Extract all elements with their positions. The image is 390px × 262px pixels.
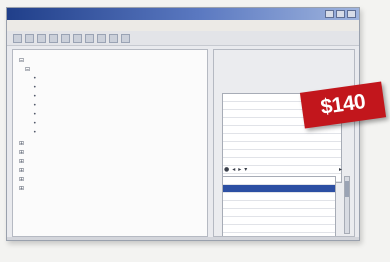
close-button[interactable]	[347, 10, 356, 18]
tree-item[interactable]: ⊟	[19, 56, 26, 65]
expand-icon[interactable]: ⊞	[19, 139, 24, 148]
arrow-right-icon[interactable]: ▸	[238, 165, 241, 174]
tree-pane: ⊟ ⊟ • • • • • • • ⊞ ⊞ ⊞ ⊞ ⊞ ⊞	[12, 49, 208, 237]
expand-icon[interactable]: ⊞	[19, 184, 24, 193]
node-icon: •	[33, 93, 37, 100]
tree-item[interactable]: •	[33, 83, 39, 92]
grid-row-selected[interactable]	[223, 185, 335, 193]
expand-icon[interactable]: ⊞	[19, 157, 24, 166]
node-icon: •	[33, 129, 37, 136]
tree-item[interactable]: •	[33, 74, 39, 83]
properties-pane: ● ◂ ▸ ▾ ▸	[213, 49, 355, 237]
node-icon: •	[33, 120, 37, 127]
scrollbar-thumb[interactable]	[345, 181, 349, 197]
tree-item[interactable]: ⊞	[19, 166, 26, 175]
collapse-icon[interactable]: ⊟	[19, 56, 24, 65]
expand-icon[interactable]: ⊞	[19, 148, 24, 157]
toolbar-button[interactable]	[61, 33, 70, 43]
menu-bar	[7, 20, 359, 31]
toolbar-button[interactable]	[109, 33, 118, 43]
toolbar-button[interactable]	[85, 33, 94, 43]
collapse-icon[interactable]: ⊟	[25, 65, 30, 74]
node-icon: •	[33, 111, 37, 118]
toolbar	[7, 31, 359, 46]
tree-item[interactable]: ⊞	[19, 148, 26, 157]
grid-row[interactable]	[223, 142, 341, 150]
tree-item[interactable]: •	[33, 110, 39, 119]
grid-row[interactable]	[223, 126, 341, 134]
arrow-left-icon[interactable]: ◂	[232, 165, 235, 174]
title-bar	[7, 8, 359, 20]
toolbar-button[interactable]	[25, 33, 34, 43]
expand-icon[interactable]: ⊞	[19, 175, 24, 184]
minimize-button[interactable]	[325, 10, 334, 18]
grid-row[interactable]	[223, 193, 335, 201]
tree-item-selected[interactable]: •	[33, 101, 43, 110]
maximize-button[interactable]	[336, 10, 345, 18]
toolbar-button[interactable]	[13, 33, 22, 43]
node-icon: •	[33, 84, 37, 91]
status-bar	[7, 237, 359, 240]
grid-row[interactable]	[223, 201, 335, 209]
grid-row[interactable]	[223, 209, 335, 217]
node-icon: •	[33, 102, 37, 109]
tree-item[interactable]: ⊞	[19, 157, 26, 166]
grid-row[interactable]	[223, 150, 341, 158]
grid-row[interactable]	[223, 217, 335, 225]
grid-scrollbar[interactable]	[344, 176, 350, 234]
price-label: $140	[319, 90, 367, 120]
bullet-icon[interactable]: ●	[224, 165, 229, 174]
chevron-right-icon[interactable]: ▸	[339, 165, 342, 174]
items-grid	[222, 176, 336, 236]
window-controls	[325, 10, 356, 18]
toolbar-button[interactable]	[97, 33, 106, 43]
tree-item[interactable]: ⊟	[25, 65, 32, 74]
tree-item[interactable]: ⊞	[19, 184, 26, 193]
toolbar-button[interactable]	[121, 33, 130, 43]
filter-icon[interactable]: ▾	[244, 165, 247, 174]
node-icon: •	[33, 75, 37, 82]
toolbar-button[interactable]	[49, 33, 58, 43]
tree-item[interactable]: ⊞	[19, 175, 26, 184]
grid-row[interactable]	[223, 225, 335, 233]
grid-row[interactable]	[223, 177, 335, 185]
grid-row[interactable]	[223, 134, 341, 142]
tree-item[interactable]: •	[33, 119, 39, 128]
tree-item[interactable]: •	[33, 92, 39, 101]
expand-icon[interactable]: ⊞	[19, 166, 24, 175]
toolbar-button[interactable]	[73, 33, 82, 43]
tree-item[interactable]: •	[33, 128, 39, 137]
toolbar-button[interactable]	[37, 33, 46, 43]
grid-toolbar: ● ◂ ▸ ▾ ▸	[224, 165, 342, 174]
tree-item[interactable]: ⊞	[19, 139, 26, 148]
